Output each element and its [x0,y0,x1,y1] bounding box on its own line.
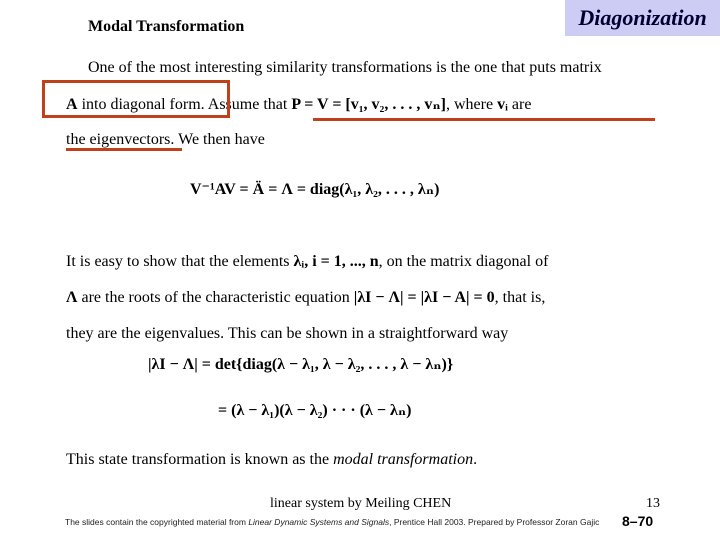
footer-copyright: The slides contain the copyrighted mater… [65,517,599,527]
text: , Prentice Hall 2003. Prepared by Profes… [389,517,600,527]
eq-p-v: P = V = [v₁, v₂, . . . , vₙ] [291,96,446,113]
text: It is easy to show that the elements [66,253,294,270]
equation-det-line1: |λI − Λ| = det{diag(λ − λ₁, λ − λ₂, . . … [148,356,454,373]
footer-page-number: 13 [646,496,660,511]
eq-characteristic: |λI − Λ| = |λI − A| = 0 [353,289,495,306]
equation-diagonal: V⁻¹AV = Ä = Λ = diag(λ₁, λ₂, . . . , λₙ) [190,181,440,198]
text: , where [445,96,498,113]
text: . [473,451,478,468]
footer-author: linear system by Meiling CHEN [270,496,452,511]
text: are [507,96,532,113]
equation-det-line2: = (λ − λ₁)(λ − λ₂) · · · (λ − λₙ) [218,402,412,419]
highlight-underline-eq [313,118,655,121]
text: We then have [174,131,265,148]
modal-transformation-term: modal transformation [333,451,474,468]
book-title: Linear Dynamic Systems and Signals [248,517,390,527]
eigenvectors-text: the eigenvectors. [66,131,175,148]
paragraph2-line3: they are the eigenvalues. This can be sh… [66,325,509,342]
paragraph1-line1: One of the most interesting similarity t… [88,59,602,76]
paragraph3: This state transformation is known as th… [66,451,477,469]
paragraph2-line1: It is easy to show that the elements λᵢ,… [66,253,548,271]
text: are the roots of the characteristic equa… [77,289,354,306]
highlight-underline-eigenvectors [66,148,182,151]
eq-lambda-i: λᵢ, i = 1, ..., n [293,253,379,270]
text: , that is, [494,289,546,306]
paragraph1-line3: the eigenvectors. We then have [66,131,265,149]
footer-slide-number: 8–70 [622,513,654,529]
lambda-matrix: Λ [66,289,78,306]
paragraph2-line2: Λ are the roots of the characteristic eq… [66,289,545,307]
text: , on the matrix diagonal of [378,253,549,270]
slide-title-badge: Diagonization [565,0,720,36]
section-title: Modal Transformation [88,18,245,35]
highlight-box [42,80,230,118]
vector-vi: vᵢ [497,96,508,113]
text: This state transformation is known as th… [66,451,334,468]
text: The slides contain the copyrighted mater… [65,517,249,527]
